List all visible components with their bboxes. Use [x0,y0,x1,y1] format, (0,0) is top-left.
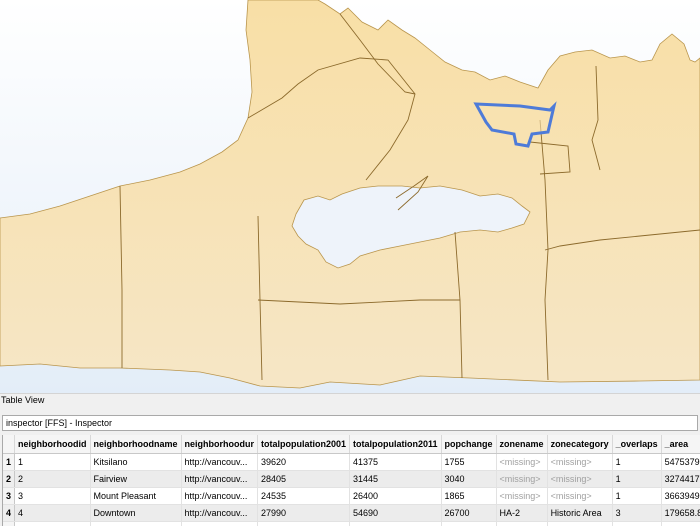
table-cell-popchange[interactable]: 26700 [441,504,497,522]
table-cell-neighborhoodid[interactable]: 3 [14,487,91,505]
table-cell-overlaps[interactable]: 1 [612,453,662,471]
row-number[interactable]: 3 [3,487,15,505]
column-header-totalpopulation2001[interactable]: totalpopulation2001 [257,435,351,454]
table-cell-area[interactable]: 179658.8717854... [661,521,700,526]
table-cell-neighborhoodurl[interactable]: http://vancouv... [181,504,258,522]
table-cell-zonecategory[interactable]: <missing> [547,470,613,488]
table-cell-neighborhoodurl[interactable]: http://vancouv... [181,453,258,471]
table-cell-popchange[interactable]: 1755 [441,453,497,471]
table-cell-zonecategory[interactable]: <missing> [547,487,613,505]
table-cell-neighborhoodid[interactable]: 5 [14,521,91,526]
table-cell-zonename[interactable] [496,521,548,526]
table-cell-overlaps[interactable]: 1 [612,487,662,505]
table-cell-popchange[interactable]: 26700 [441,521,497,526]
column-header-neighborhoodname[interactable]: neighborhoodname [90,435,182,454]
row-number[interactable]: 1 [3,453,15,471]
table-cell-neighborhoodurl[interactable]: http://vancouv... [181,521,258,526]
table-cell-neighborhoodid[interactable]: 1 [14,453,91,471]
table-cell-overlaps[interactable]: 1 [612,470,662,488]
table-cell-neighborhoodid[interactable]: 2 [14,470,91,488]
table-cell-zonename[interactable]: <missing> [496,453,548,471]
table-cell-overlaps[interactable] [612,521,662,526]
table-cell-neighborhoodurl[interactable]: http://vancouv... [181,470,258,488]
table-row[interactable]: 3 3 Mount Pleasant http://vancouv... 24535 26… [3,487,700,505]
table-cell-totalpopulation2001[interactable]: 27990 [257,521,351,526]
column-header-neighborhoodid[interactable]: neighborhoodid [14,435,91,454]
table-header-row: neighborhoodid neighborhoodname neighborho… [3,435,700,454]
column-header-neighborhoodurl[interactable]: neighborhoodur [181,435,258,454]
table-cell-zonecategory[interactable] [547,521,613,526]
table-row[interactable]: 1 1 Kitsilano http://vancouv... 39620 41375 17… [3,453,700,471]
table-cell-totalpopulation2001[interactable]: 27990 [257,504,351,522]
inspector-title: inspector [FFS] - Inspector [2,415,698,431]
table-cell-popchange[interactable]: 3040 [441,470,497,488]
table-cell-zonecategory[interactable]: Historic Area [547,504,613,522]
table-cell-totalpopulation2011[interactable]: 41375 [349,453,442,471]
attribute-table[interactable]: neighborhoodid neighborhoodname neighborho… [2,435,700,526]
table-cell-area[interactable]: 3274417.636603... [661,470,700,488]
table-cell-neighborhoodid[interactable]: 4 [14,504,91,522]
table-cell-neighborhoodname[interactable]: Fairview [90,470,182,488]
table-row[interactable]: 55Dunbarhttp://vancouv...279905469026700… [3,521,700,526]
table-cell-area[interactable]: 3663949.285246... [661,487,700,505]
table-cell-area[interactable]: 179658.8717854... [661,504,700,522]
table-cell-totalpopulation2001[interactable]: 24535 [257,487,351,505]
column-header-area[interactable]: _area [661,435,700,454]
table-row[interactable]: 4 4 Downtown http://vancouv... 27990 54690 267… [3,504,700,522]
row-number[interactable]: 5 [3,521,15,526]
table-cell-totalpopulation2011[interactable]: 54690 [349,521,442,526]
column-header-popchange[interactable]: popchange [441,435,497,454]
table-cell-area[interactable]: 5475379.337504... [661,453,700,471]
row-number[interactable]: 4 [3,504,15,522]
table-row[interactable]: 2 2 Fairview http://vancouv... 28405 31445 304… [3,470,700,488]
table-cell-popchange[interactable]: 1865 [441,487,497,505]
table-cell-totalpopulation2011[interactable]: 54690 [349,504,442,522]
table-cell-neighborhoodname[interactable]: Mount Pleasant [90,487,182,505]
table-cell-zonename[interactable]: <missing> [496,470,548,488]
table-cell-neighborhoodname[interactable]: Dunbar [90,521,182,526]
table-view-title: Table View [0,393,700,405]
table-cell-totalpopulation2011[interactable]: 26400 [349,487,442,505]
column-header-zonename[interactable]: zonename [496,435,548,454]
table-cell-neighborhoodurl[interactable]: http://vancouv... [181,487,258,505]
table-cell-totalpopulation2001[interactable]: 28405 [257,470,351,488]
table-cell-zonename[interactable]: HA-2 [496,504,548,522]
column-header-overlaps[interactable]: _overlaps [612,435,662,454]
column-header-rownum[interactable] [3,435,15,454]
row-number[interactable]: 2 [3,470,15,488]
table-view-panel: inspector [FFS] - Inspector neighborhood… [0,405,700,526]
table-cell-zonecategory[interactable]: <missing> [547,453,613,471]
table-cell-overlaps[interactable]: 3 [612,504,662,522]
table-cell-neighborhoodname[interactable]: Downtown [90,504,182,522]
table-cell-zonename[interactable]: <missing> [496,487,548,505]
column-header-zonecategory[interactable]: zonecategory [547,435,613,454]
table-cell-neighborhoodname[interactable]: Kitsilano [90,453,182,471]
table-cell-totalpopulation2001[interactable]: 39620 [257,453,351,471]
map-canvas[interactable] [0,0,700,393]
table-cell-totalpopulation2011[interactable]: 31445 [349,470,442,488]
column-header-totalpopulation2011[interactable]: totalpopulation2011 [349,435,442,454]
